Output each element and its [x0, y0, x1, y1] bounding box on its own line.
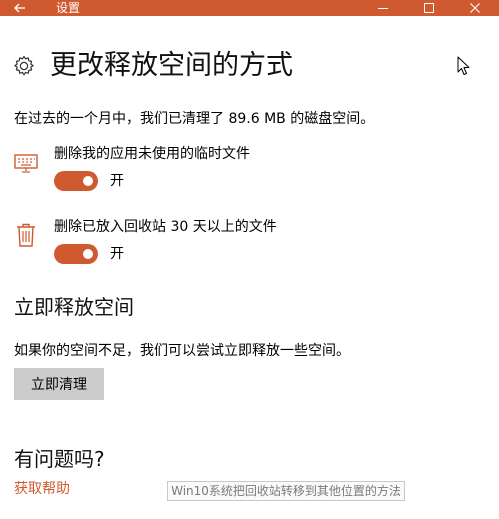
temp-files-toggle-state: 开 [110, 173, 124, 189]
free-now-title: 立即释放空间 [14, 295, 134, 319]
clean-now-button[interactable]: 立即清理 [14, 368, 104, 400]
free-now-description: 如果你的空间不足，我们可以尝试立即释放一些空间。 [14, 343, 350, 359]
toggle-knob [83, 249, 93, 259]
close-button[interactable] [452, 0, 498, 16]
toggle-knob [83, 176, 93, 186]
window-title: 设置 [56, 1, 81, 15]
page-title: 更改释放空间的方式 [50, 50, 293, 81]
close-icon [470, 3, 480, 13]
watermark-caption: Win10系统把回收站转移到其他位置的方法 [167, 481, 405, 501]
back-button[interactable] [0, 0, 40, 16]
get-help-link[interactable]: 获取帮助 [14, 479, 70, 499]
temp-files-toggle[interactable] [54, 171, 98, 191]
maximize-icon [424, 3, 434, 13]
maximize-button[interactable] [406, 0, 452, 16]
keyboard-icon [14, 154, 38, 173]
recycle-bin-toggle-state: 开 [110, 246, 124, 262]
title-bar: 设置 [0, 0, 499, 16]
back-arrow-icon [14, 3, 25, 13]
gear-icon [14, 55, 34, 76]
minimize-icon [378, 8, 388, 9]
recycle-bin-label: 删除已放入回收站 30 天以上的文件 [54, 219, 277, 235]
cleanup-summary: 在过去的一个月中，我们已清理了 89.6 MB 的磁盘空间。 [14, 111, 375, 127]
recycle-bin-toggle[interactable] [54, 244, 98, 264]
minimize-button[interactable] [360, 0, 406, 16]
settings-window: 设置 更改释放空间的方式 在过去的一个月中，我们已清理了 89.6 MB 的磁盘… [0, 0, 499, 519]
mouse-cursor-icon [457, 56, 470, 75]
page-header: 更改释放空间的方式 [12, 46, 293, 86]
temp-files-label: 删除我的应用未使用的临时文件 [54, 146, 250, 162]
help-title: 有问题吗? [14, 447, 105, 471]
trash-icon [17, 223, 35, 247]
